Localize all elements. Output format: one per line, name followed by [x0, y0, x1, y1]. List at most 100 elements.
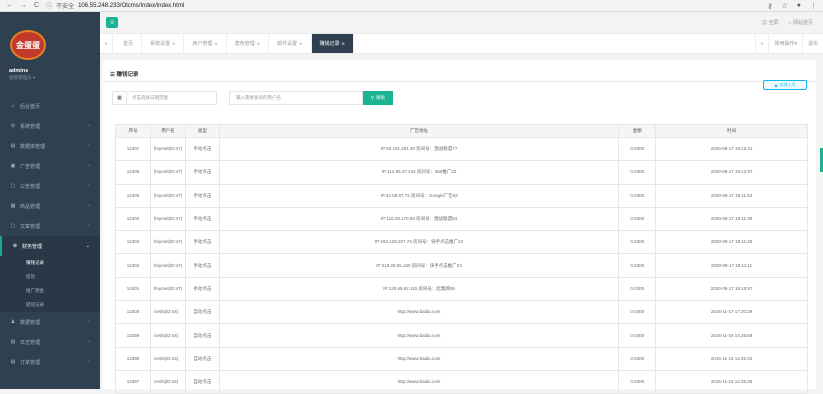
- submenu-item[interactable]: 提现: [0, 270, 100, 284]
- table-cell: 0.0300: [618, 253, 657, 278]
- submenu-item[interactable]: 推广佣金: [0, 284, 100, 298]
- chevron-icon: ‹: [88, 339, 90, 345]
- sidebar-item[interactable]: ⌂ 后台首页: [0, 96, 100, 116]
- table-cell: 自动点击: [184, 323, 220, 348]
- sidebar-item[interactable]: ▤ 日志管理 ‹: [0, 332, 100, 352]
- table-cell: 2016-11-17 17:20:29: [655, 300, 808, 325]
- chevron-icon: ‹: [88, 183, 90, 189]
- search-button[interactable]: ⚲ 搜索: [363, 91, 393, 105]
- table-cell: 12404: [115, 206, 151, 232]
- finance-icon: ⊕: [12, 243, 18, 249]
- table-row: 12400 ceshi(ID:44) 自动点击 http://www.baidu.co…: [115, 300, 808, 325]
- info-icon: ⓘ: [46, 4, 53, 10]
- column-header[interactable]: 广告地址: [218, 124, 620, 138]
- table-cell: 12403: [115, 230, 151, 255]
- column-header[interactable]: 用户名: [149, 124, 186, 138]
- star-icon[interactable]: ☆: [781, 2, 787, 10]
- sidebar-item[interactable]: ▤ 订单管理 ‹: [0, 352, 100, 372]
- table-cell: IP:115.29.170.58 房间号：激战联盟54: [218, 206, 620, 232]
- fullscreen-button[interactable]: ▦ 全屏: [762, 19, 778, 26]
- table-cell: 手动点击: [184, 160, 220, 185]
- sidebar-item[interactable]: ▤ 数据库管理 ‹: [0, 136, 100, 156]
- ad-icon: ▣: [10, 163, 16, 169]
- column-header[interactable]: 序号: [115, 124, 151, 138]
- column-header[interactable]: 金额: [618, 124, 657, 138]
- tab[interactable]: 用户管理 ⊗: [184, 34, 227, 53]
- table-cell: 12401: [115, 276, 151, 302]
- gear-icon: ⚙: [10, 123, 16, 129]
- user-role[interactable]: 超级管理员 ▾: [9, 75, 35, 81]
- table-cell: 12400: [115, 300, 151, 325]
- close-icon[interactable]: ⊗: [214, 41, 217, 46]
- tab[interactable]: 角色管理 ⊗: [227, 34, 270, 53]
- site-home-button[interactable]: ⌂ 网站首页: [789, 19, 813, 26]
- table-row: 12407 fmymel(ID:47) 手动点击 IP:60.191.201.30 房…: [115, 136, 808, 162]
- database-icon: ▤: [10, 143, 16, 149]
- hamburger-icon[interactable]: ≡: [106, 17, 118, 28]
- submenu-item[interactable]: 赚钱记录: [0, 256, 100, 270]
- article-icon: ▢: [10, 223, 16, 229]
- close-icon[interactable]: ⊗: [299, 41, 302, 46]
- table-cell: 手动点击: [184, 183, 220, 208]
- sidebar-item[interactable]: ▢ 文章管理 ‹: [0, 216, 100, 236]
- browser-toolbar: ← → C ⓘ 不安全 106.55.248.233/Otcms/Index/i…: [0, 0, 823, 12]
- table-cell: 手动点击: [184, 136, 220, 162]
- table-cell: 0.0300: [618, 230, 657, 255]
- security-label: 不安全: [56, 4, 75, 10]
- sidebar-item[interactable]: ⊕ 财务管理 ⌄: [0, 236, 100, 256]
- username-search-input[interactable]: 输入需要查询的用户名: [229, 91, 363, 105]
- date-placeholder: 点击选择日期范围: [132, 95, 168, 100]
- more-icon[interactable]: ⋮: [810, 2, 817, 10]
- tab-scroll-right-icon[interactable]: »: [754, 34, 769, 53]
- key-icon[interactable]: ⚷: [767, 2, 772, 10]
- table-cell: 2020-08-17 19:11:11: [655, 253, 808, 278]
- tab-label: 系统设置: [150, 41, 171, 47]
- chevron-icon: ‹: [88, 223, 90, 229]
- reload-icon[interactable]: C: [34, 2, 39, 9]
- logout-button[interactable]: 退出: [801, 34, 823, 53]
- tab[interactable]: 赚钱记录 ⊗: [311, 34, 354, 53]
- sidebar: 金蛋蛋 admins 超级管理员 ▾ ⌂ 后台首页 ⚙ 系统管理 ‹ ▤ 数据库管理 ‹ ▣ 广告…: [0, 12, 100, 389]
- tab-scroll-left-icon[interactable]: «: [100, 34, 113, 53]
- account-icon[interactable]: ●: [797, 2, 801, 10]
- content-panel: ☰ 赚钱记录 ◉ 在线上号 ▦ 点击选择日期范围 输入需要查询的用户名 ⚲ 搜索 序…: [103, 60, 816, 394]
- table-cell: 手动点击: [184, 253, 220, 278]
- column-header[interactable]: 时间: [655, 124, 808, 138]
- address-bar[interactable]: ⓘ 不安全 106.55.248.233/Otcms/Index/index.h…: [46, 1, 184, 11]
- table-cell: 0.0300: [618, 323, 657, 348]
- tab-actions-dropdown[interactable]: 常用操作▾: [768, 34, 802, 53]
- chevron-icon: ‹: [88, 359, 90, 365]
- submenu-item[interactable]: 提现记录: [0, 298, 100, 312]
- date-range-input[interactable]: ▦ 点击选择日期范围: [112, 91, 217, 105]
- chevron-icon: ‹: [88, 203, 90, 209]
- tab[interactable]: 邮件设置 ⊗: [269, 34, 312, 53]
- table-cell: http://www.baidu.com: [218, 369, 620, 394]
- qq-online-button[interactable]: ◉ 在线上号: [763, 80, 807, 90]
- table-cell: IP:60.191.201.30 房间号：激战联盟77: [218, 136, 620, 162]
- sidebar-item[interactable]: ♟ 数据管理 ‹: [0, 312, 100, 332]
- table-row: 12397 ceshi(ID:44) 自动点击 http://www.baidu.co…: [115, 369, 808, 394]
- close-icon[interactable]: ⊗: [342, 41, 345, 46]
- sidebar-item[interactable]: ▦ 商品管理 ‹: [0, 196, 100, 216]
- close-icon[interactable]: ⊗: [257, 41, 260, 46]
- close-icon[interactable]: ⊗: [172, 41, 175, 46]
- profile[interactable]: admins 超级管理员 ▾: [9, 68, 35, 81]
- forward-icon[interactable]: →: [20, 2, 27, 9]
- table-cell: http://www.baidu.com: [218, 346, 620, 371]
- tab-list: 首页 系统设置 ⊗ 用户管理 ⊗ 角色管理 ⊗ 邮件设置 ⊗ 赚钱记录 ⊗: [113, 34, 354, 53]
- column-header[interactable]: 类型: [184, 124, 220, 138]
- tab[interactable]: 系统设置 ⊗: [142, 34, 185, 53]
- chevron-icon: ⌄: [85, 243, 90, 249]
- sidebar-item[interactable]: ▣ 广告管理 ‹: [0, 156, 100, 176]
- table-row: 12405 fmymel(ID:47) 手动点击 IP:42.59.87.72 房间号…: [115, 183, 808, 208]
- table-cell: 0.0300: [618, 183, 657, 208]
- back-icon[interactable]: ←: [6, 2, 13, 9]
- table-cell: 12399: [115, 323, 151, 348]
- sidebar-item[interactable]: ⚙ 系统管理 ‹: [0, 116, 100, 136]
- tab[interactable]: 首页: [115, 34, 143, 53]
- table-cell: fmymel(ID:47): [149, 230, 186, 255]
- table-cell: 2020-08-17 19:12:07: [655, 160, 808, 185]
- table-row: 12401 fmymel(ID:47) 手动点击 IP:120.69.92.110 房…: [115, 276, 808, 302]
- sidebar-item[interactable]: ▢ 公告管理 ‹: [0, 176, 100, 196]
- table-row: 12399 ceshi(ID:44) 自动点击 http://www.baidu.co…: [115, 323, 808, 348]
